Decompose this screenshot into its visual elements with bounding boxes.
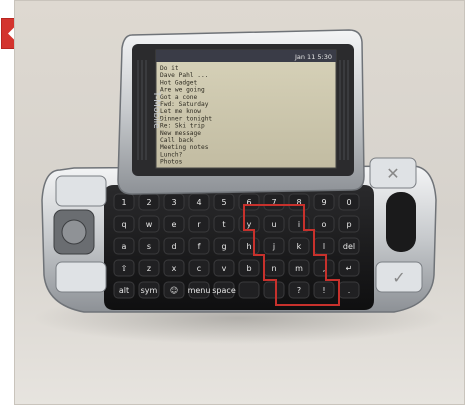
phone-photo: ✕ ✓ 1 2 3 4 5 6 7 8 9 0 q w e r t y u i o p a s d f g h j k l del ⇧ z x c…: [14, 0, 465, 405]
left-margin: [0, 0, 14, 405]
photo-border: [14, 0, 465, 405]
